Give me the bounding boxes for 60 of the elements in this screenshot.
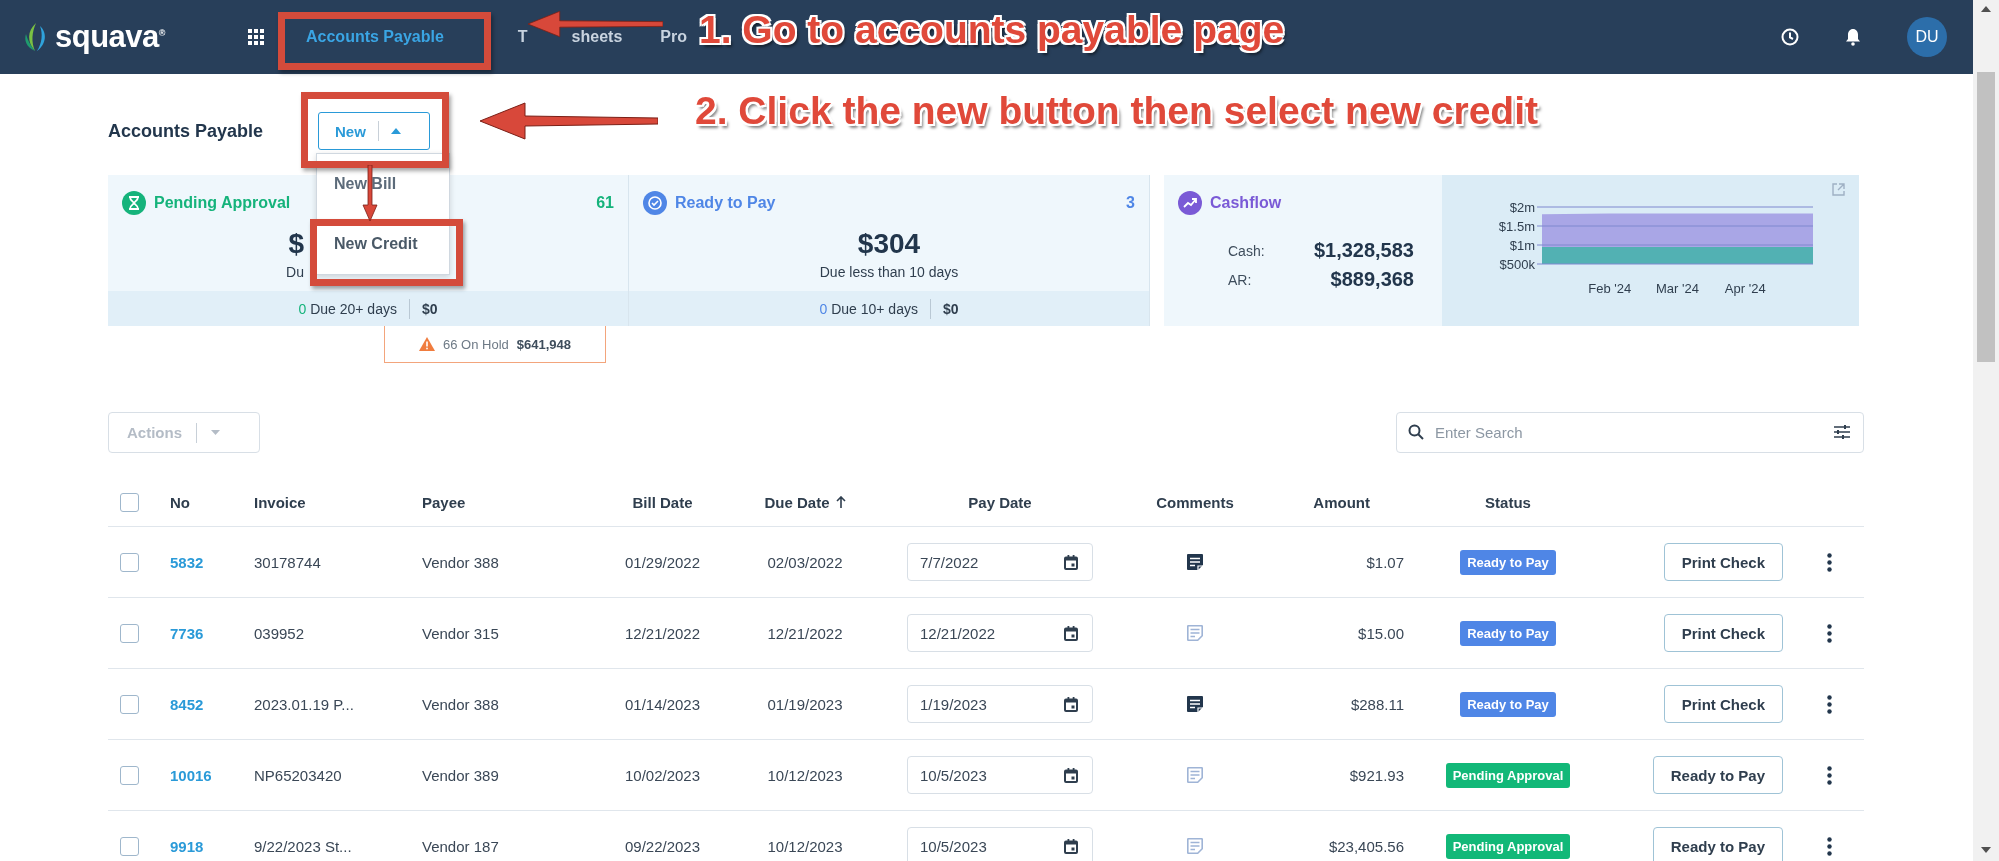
card-title: Pending Approval <box>154 194 291 212</box>
table-cell-text: Vendor 187 <box>421 837 500 855</box>
ar-label: AR: <box>1228 271 1253 288</box>
page-title: Accounts Payable <box>108 120 265 142</box>
table-cell-text: Vendor 389 <box>421 766 500 784</box>
card-amount: $ <box>288 228 304 260</box>
y-tick-label: $1.5m <box>1498 219 1535 234</box>
x-tick-label: Apr '24 <box>1724 281 1766 296</box>
card-subtitle: Du <box>286 264 304 280</box>
table-cell-text: Vendor 315 <box>421 624 500 642</box>
table-cell-text: 30178744 <box>253 553 322 571</box>
footer-amount: $0 <box>421 300 438 317</box>
table-cell-text: 9/22/2023 St... <box>253 837 353 855</box>
instruction-caption: 1. Go to accounts payable page <box>699 8 1285 52</box>
table-cell-text: 09/22/2023 <box>623 837 702 855</box>
x-tick-label: Mar '24 <box>1656 281 1699 296</box>
status-badge: Ready to Pay <box>1460 620 1556 646</box>
x-tick-label: Feb '24 <box>1588 281 1632 296</box>
table-cell-text: 12/21/2022 <box>623 624 702 642</box>
table-cell-text: Vendor 388 <box>421 553 500 571</box>
ar-value: $889,368 <box>1329 268 1414 291</box>
card-count: 3 <box>1126 194 1135 212</box>
cash-value: $1,328,583 <box>1312 239 1414 262</box>
table-cell-text: 10/12/2023 <box>766 766 844 784</box>
card-title: Cashflow <box>1210 194 1282 212</box>
y-tick-label: $1m <box>1509 238 1535 253</box>
table-cell-text: 10/12/2023 <box>766 837 844 855</box>
table-cell-text: 10/02/2023 <box>623 766 702 784</box>
y-tick-label: $500k <box>1499 257 1535 272</box>
table-cell-text: 02/03/2022 <box>766 553 844 571</box>
amount-cell-text: $15.00 <box>1357 624 1404 642</box>
y-tick-label: $2m <box>1509 200 1535 215</box>
on-hold-amount: $641,948 <box>516 336 571 352</box>
instruction-caption: 2. Click the new button then select new credit <box>695 89 1538 133</box>
card-title: Ready to Pay <box>675 194 776 212</box>
on-hold-label: 66 On Hold <box>443 336 509 352</box>
table-cell-text: Vendor 388 <box>421 695 500 713</box>
table-cell-text: NP65203420 <box>253 766 343 784</box>
footer-label: 0 Due 10+ days <box>819 300 918 317</box>
amount-cell-text: $23,405.56 <box>1327 837 1404 855</box>
card-count: 61 <box>596 194 614 212</box>
table-cell-text: 01/14/2023 <box>623 695 702 713</box>
amount-cell-text: $288.11 <box>1349 695 1404 713</box>
amount-cell-text: $921.93 <box>1348 766 1404 784</box>
footer-amount: $0 <box>942 300 959 317</box>
table-cell-text: 039952 <box>253 624 306 642</box>
table-cell-text: 12/21/2022 <box>766 624 844 642</box>
table-cell-text: 2023.01.19 P... <box>253 695 355 713</box>
table-cell-text: 01/29/2022 <box>623 553 702 571</box>
status-badge: Pending Approval <box>1445 833 1571 859</box>
status-badge: Pending Approval <box>1445 762 1571 788</box>
footer-label: 0 Due 20+ days <box>298 300 397 317</box>
cash-label: Cash: <box>1228 242 1266 259</box>
status-badge: Ready to Pay <box>1460 691 1556 717</box>
card-amount: $304 <box>857 228 921 260</box>
card-subtitle: Due less than 10 days <box>819 264 959 280</box>
brand-name: squava$^{®}$ <box>55 19 165 55</box>
amount-cell-text: $1.07 <box>1365 553 1404 571</box>
table-cell-text: 01/19/2023 <box>766 695 844 713</box>
status-badge: Ready to Pay <box>1460 549 1556 575</box>
